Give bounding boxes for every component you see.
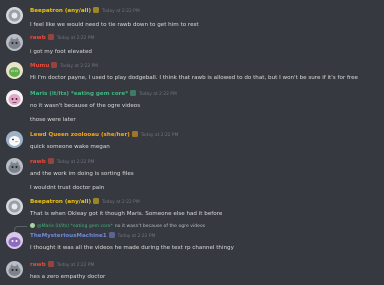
gray-creature-avatar-icon <box>6 261 23 278</box>
avatar[interactable] <box>6 232 23 249</box>
message-header: Beepatron (any/all) Today at 2:22 PM <box>30 197 140 207</box>
message-header: Beepatron (any/all) Today at 2:22 PM <box>30 6 140 16</box>
gray-creature-avatar-icon <box>6 34 23 51</box>
avatar[interactable] <box>6 158 23 175</box>
message-text: Hi I'm doctor payne, I used to play dodg… <box>30 75 358 81</box>
avatar[interactable] <box>6 34 23 51</box>
reply-preview[interactable]: @Maris (it/its) *eating gem core* no it w… <box>30 222 205 231</box>
timestamp: Today at 2:22 PM <box>140 133 179 138</box>
avatar[interactable] <box>6 90 23 107</box>
role-badge-icon <box>93 198 100 204</box>
gray-round-avatar-icon <box>6 198 23 215</box>
username[interactable]: Beepatron (any/all) <box>30 8 91 14</box>
purple-creature-avatar-icon <box>6 232 23 249</box>
role-badge-icon <box>131 131 138 137</box>
message-text: I feel like we would need to tie rawb do… <box>30 22 199 28</box>
username[interactable]: Lewd Queen zoolooau (she/her) <box>30 132 130 138</box>
reply-avatar <box>30 223 35 228</box>
message-header: Lewd Queen zoolooau (she/her) Today at 2:… <box>30 130 178 140</box>
role-badge-icon <box>108 232 115 238</box>
message-text: quick someone wake megan <box>30 144 110 150</box>
role-badge-icon <box>130 90 137 96</box>
username[interactable]: rawb <box>30 159 46 165</box>
avatar[interactable] <box>6 198 23 215</box>
message-header: rawb Today at 2:22 PM <box>30 33 94 43</box>
username[interactable]: TheMysteriousMachine1 <box>30 233 107 239</box>
avatar[interactable] <box>6 261 23 278</box>
username[interactable]: rawb <box>30 35 46 41</box>
timestamp: Today at 2:22 PM <box>117 234 156 239</box>
reply-text: no it wasn't because of the ogre videos <box>114 224 206 229</box>
role-badge-icon <box>93 7 100 13</box>
message-text: That is when Okleay got it though Maris.… <box>30 211 223 217</box>
username[interactable]: Mumu <box>30 63 49 69</box>
message-header: rawb Today at 2:22 PM <box>30 260 94 270</box>
message-text: those were later <box>30 117 76 123</box>
message-header: Maris (it/its) *eating gem core* Today at… <box>30 89 177 99</box>
message-text: and the work im doing is sorting files <box>30 171 134 177</box>
username[interactable]: Beepatron (any/all) <box>30 199 91 205</box>
message-header: Mumu Today at 2:22 PM <box>30 61 98 71</box>
gray-round-avatar-icon <box>6 7 23 24</box>
message-header: TheMysteriousMachine1 Today at 2:22 PM <box>30 231 155 241</box>
role-badge-icon <box>47 34 54 40</box>
reply-author[interactable]: @Maris (it/its) *eating gem core* <box>37 224 113 229</box>
message-text: hes a zero empathy doctor <box>30 274 106 280</box>
role-badge-icon <box>47 261 54 267</box>
white-duck-avatar-icon <box>6 131 23 148</box>
role-badge-icon <box>51 62 58 68</box>
role-badge-icon <box>47 158 54 164</box>
avatar[interactable] <box>6 7 23 24</box>
message-text: I wouldnt trust doctor pain <box>30 185 105 191</box>
username[interactable]: rawb <box>30 262 46 268</box>
avatar[interactable] <box>6 131 23 148</box>
timestamp: Today at 2:22 PM <box>56 36 95 41</box>
green-creature-avatar-icon <box>6 62 23 79</box>
chat-message-list: Beepatron (any/all) Today at 2:22 PM I fee… <box>0 0 384 285</box>
pink-creature-avatar-icon <box>6 90 23 107</box>
timestamp: Today at 2:22 PM <box>60 64 98 69</box>
message-text: I thought it was all the videos he made … <box>30 245 234 251</box>
gray-creature-avatar-icon <box>6 158 23 175</box>
timestamp: Today at 2:22 PM <box>139 92 177 97</box>
timestamp: Today at 2:22 PM <box>102 200 140 205</box>
message-text: no it wasn't because of the ogre videos <box>30 103 141 109</box>
username[interactable]: Maris (it/its) *eating gem core* <box>30 91 128 97</box>
timestamp: Today at 2:22 PM <box>56 263 95 268</box>
message-text: i got my foot elevated <box>30 49 92 55</box>
avatar[interactable] <box>6 62 23 79</box>
timestamp: Today at 2:22 PM <box>56 160 95 165</box>
message-header: rawb Today at 2:22 PM <box>30 157 94 167</box>
timestamp: Today at 2:22 PM <box>102 9 140 14</box>
